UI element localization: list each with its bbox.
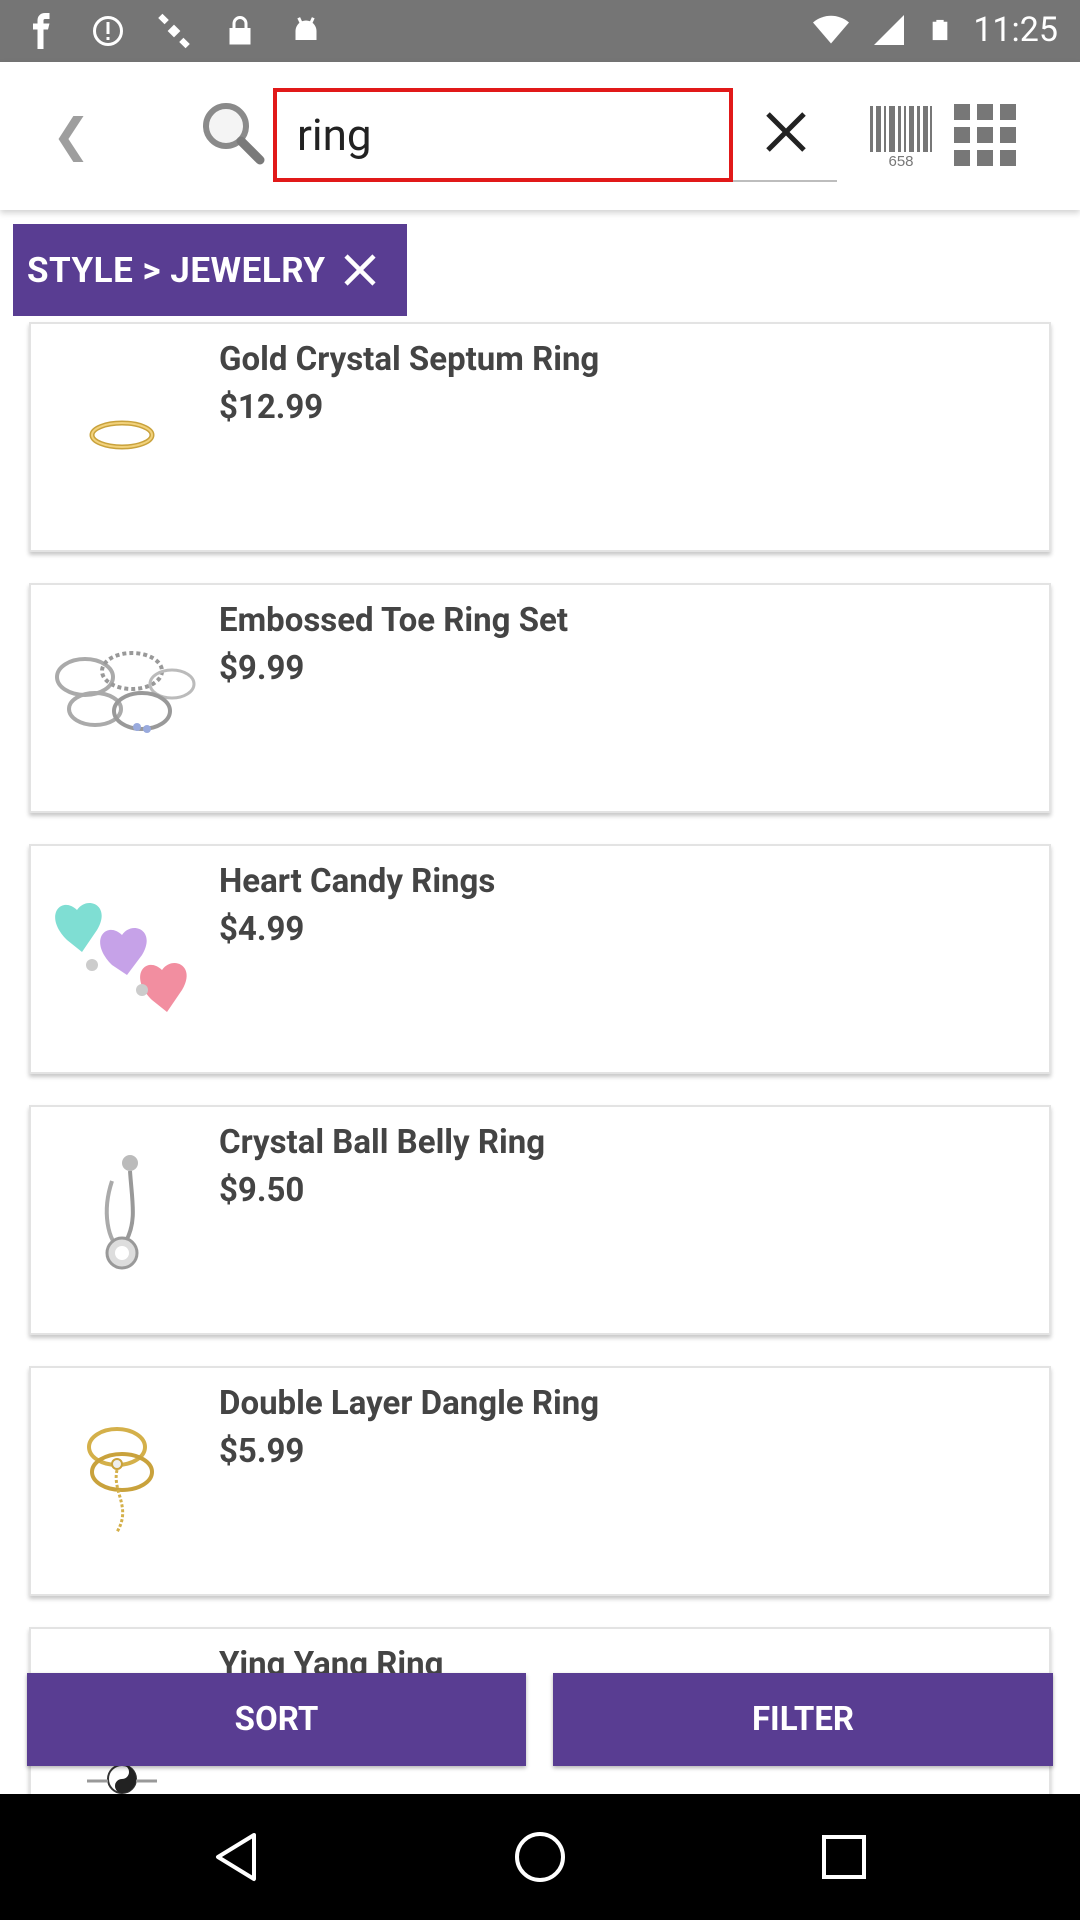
- blocked-icon: [93, 16, 123, 46]
- search-input-value: ring: [297, 109, 372, 161]
- product-thumbnail: [47, 1131, 197, 1301]
- home-circle-icon[interactable]: [510, 1827, 570, 1887]
- recents-square-icon[interactable]: [814, 1827, 874, 1887]
- search-icon[interactable]: [198, 98, 268, 168]
- signal-icon: [874, 15, 905, 45]
- sort-filter-bar: SORT FILTER: [0, 1673, 1080, 1768]
- product-price: $12.99: [219, 388, 324, 427]
- search-input[interactable]: ring: [273, 88, 733, 182]
- gold-ring-image: [89, 420, 155, 450]
- search-underline: [733, 180, 837, 182]
- product-card[interactable]: Gold Crystal Septum Ring $12.99: [29, 322, 1051, 552]
- sort-button[interactable]: SORT: [27, 1673, 526, 1766]
- product-name: Double Layer Dangle Ring: [219, 1384, 600, 1423]
- product-name: Heart Candy Rings: [219, 862, 496, 901]
- close-icon[interactable]: [342, 252, 378, 288]
- toe-ring-set-image: [55, 651, 196, 733]
- filter-button-label: FILTER: [751, 1700, 855, 1739]
- heart-candy-image: [55, 902, 187, 1012]
- facebook-icon: [33, 13, 50, 49]
- product-price: $9.99: [219, 649, 305, 688]
- filter-button[interactable]: FILTER: [553, 1673, 1053, 1766]
- grid-icon[interactable]: [952, 102, 1018, 168]
- belly-ring-image: [104, 1155, 139, 1270]
- close-icon[interactable]: [756, 102, 816, 162]
- system-nav-bar: [0, 1794, 1080, 1920]
- barcode-label: 658: [888, 153, 913, 168]
- product-name: Embossed Toe Ring Set: [219, 601, 569, 640]
- search-toolbar: ❮ ring 658: [0, 62, 1080, 210]
- product-price: $4.99: [219, 910, 305, 949]
- product-card[interactable]: Embossed Toe Ring Set $9.99: [29, 583, 1051, 813]
- product-card[interactable]: Double Layer Dangle Ring $5.99: [29, 1366, 1051, 1596]
- lock-icon: [229, 16, 251, 45]
- product-thumbnail: [47, 870, 197, 1040]
- product-thumbnail: [47, 609, 197, 779]
- sort-button-label: SORT: [234, 1700, 319, 1739]
- filter-chip-label: STYLE > JEWELRY: [27, 249, 326, 291]
- chevron-left-icon[interactable]: ❮: [52, 108, 91, 163]
- back-triangle-icon[interactable]: [206, 1827, 266, 1887]
- battery-icon: [932, 19, 948, 41]
- wifi-icon: [813, 15, 850, 44]
- filter-chip-style-jewelry[interactable]: STYLE > JEWELRY: [13, 224, 407, 316]
- product-price: $9.50: [219, 1171, 305, 1210]
- product-thumbnail: [47, 1392, 197, 1562]
- product-thumbnail: [47, 348, 197, 518]
- barcode-icon[interactable]: 658: [868, 102, 934, 168]
- product-name: Crystal Ball Belly Ring: [219, 1123, 546, 1162]
- satellite-icon: [158, 13, 190, 49]
- status-bar: 11:25: [0, 0, 1080, 62]
- product-price: $5.99: [219, 1432, 305, 1471]
- clock-time: 11:25: [973, 10, 1058, 50]
- product-card[interactable]: Crystal Ball Belly Ring $9.50: [29, 1105, 1051, 1335]
- product-name: Gold Crystal Septum Ring: [219, 340, 600, 379]
- dangle-ring-image: [87, 1427, 154, 1533]
- android-icon: [295, 17, 317, 40]
- product-card[interactable]: Heart Candy Rings $4.99: [29, 844, 1051, 1074]
